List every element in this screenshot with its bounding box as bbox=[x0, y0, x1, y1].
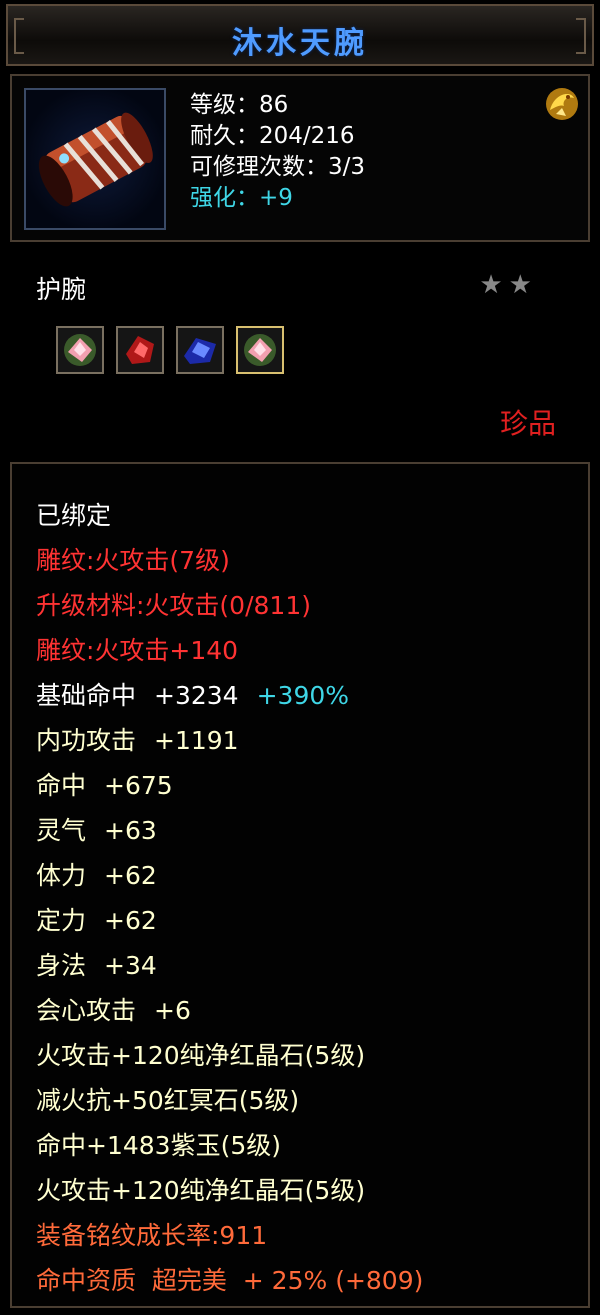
red-crystal-icon bbox=[126, 336, 154, 364]
stamina-row: 体力 +62 bbox=[36, 856, 157, 892]
golden-dragon-icon bbox=[542, 84, 582, 124]
aptitude-line: 命中资质 超完美 + 25% (+809) bbox=[36, 1266, 424, 1295]
focus-row: 定力 +62 bbox=[36, 901, 157, 937]
engrave-line-2: 雕纹:火攻击+140 bbox=[36, 636, 239, 665]
agility-label: 身法 bbox=[36, 951, 87, 980]
repair-count-text: 可修理次数：3/3 bbox=[190, 154, 366, 180]
spirit-row: 灵气 +63 bbox=[36, 811, 157, 847]
level-text: 等级：86 bbox=[190, 92, 289, 118]
bound-status: 已绑定 bbox=[36, 501, 112, 530]
crit-attack-row: 会心攻击 +6 bbox=[36, 991, 191, 1027]
star-rating: ★★ bbox=[479, 270, 538, 300]
durability-text: 耐久：204/216 bbox=[190, 123, 355, 149]
item-info-panel: 护腕 ★★ 珍品 bbox=[10, 250, 590, 450]
blue-crystal-icon bbox=[184, 338, 216, 364]
item-type-label: 护腕 bbox=[36, 275, 87, 304]
base-hit-percent: +390% bbox=[256, 681, 350, 710]
inner-attack-label: 内功攻击 bbox=[36, 726, 137, 755]
gem-sockets bbox=[56, 326, 284, 374]
hit-row: 命中 +675 bbox=[36, 766, 173, 802]
base-hit-label: 基础命中 bbox=[36, 681, 137, 710]
inner-attack-row: 内功攻击 +1191 bbox=[36, 721, 239, 757]
attributes-panel: 已绑定 雕纹:火攻击(7级) 升级材料:火攻击(0/811) 雕纹:火攻击+14… bbox=[10, 462, 590, 1308]
gem-bonus-line-1: 火攻击+120纯净红晶石(5级) bbox=[36, 1041, 366, 1070]
spirit-value: +63 bbox=[104, 816, 157, 845]
pink-crystal-icon bbox=[244, 334, 276, 366]
stamina-label: 体力 bbox=[36, 861, 87, 890]
gem-socket-3[interactable] bbox=[176, 326, 224, 374]
gem-socket-2[interactable] bbox=[116, 326, 164, 374]
agility-value: +34 bbox=[104, 951, 157, 980]
gem-bonus-line-3: 命中+1483紫玉(5级) bbox=[36, 1131, 281, 1160]
gem-socket-4[interactable] bbox=[236, 326, 284, 374]
hit-value: +675 bbox=[104, 771, 173, 800]
gem-bonus-line-2: 减火抗+50红冥石(5级) bbox=[36, 1086, 300, 1115]
growth-rate-line: 装备铭纹成长率:911 bbox=[36, 1221, 268, 1250]
title-bar: 沐水天腕 bbox=[6, 4, 594, 66]
focus-label: 定力 bbox=[36, 906, 87, 935]
crit-attack-label: 会心攻击 bbox=[36, 996, 137, 1025]
hit-label: 命中 bbox=[36, 771, 87, 800]
pink-crystal-icon bbox=[64, 334, 96, 366]
item-header-panel: 等级：86 耐久：204/216 可修理次数：3/3 强化：+9 bbox=[10, 74, 590, 242]
item-quality-label: 珍品 bbox=[499, 407, 556, 440]
gem-bonus-line-4: 火攻击+120纯净红晶石(5级) bbox=[36, 1176, 366, 1205]
agility-row: 身法 +34 bbox=[36, 946, 157, 982]
crit-attack-value: +6 bbox=[154, 996, 191, 1025]
enhance-level-text: 强化：+9 bbox=[190, 185, 293, 211]
spirit-label: 灵气 bbox=[36, 816, 87, 845]
upgrade-material-line: 升级材料:火攻击(0/811) bbox=[36, 591, 311, 620]
inner-attack-value: +1191 bbox=[154, 726, 239, 755]
base-hit-row: 基础命中 +3234 +390% bbox=[36, 676, 349, 712]
stamina-value: +62 bbox=[104, 861, 157, 890]
gem-socket-1[interactable] bbox=[56, 326, 104, 374]
engrave-line-1: 雕纹:火攻击(7级) bbox=[36, 546, 230, 575]
item-name: 沐水天腕 bbox=[232, 26, 368, 61]
focus-value: +62 bbox=[104, 906, 157, 935]
bracer-item-icon bbox=[24, 88, 166, 230]
base-hit-value: +3234 bbox=[154, 681, 239, 710]
item-stats: 等级：86 耐久：204/216 可修理次数：3/3 强化：+9 bbox=[190, 90, 365, 214]
